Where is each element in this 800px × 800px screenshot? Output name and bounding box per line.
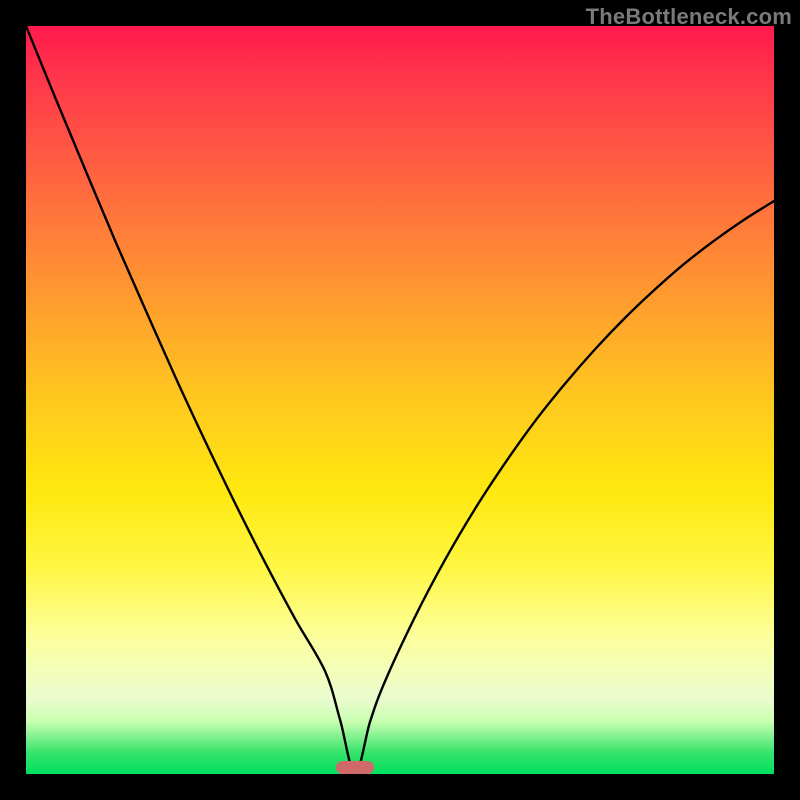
- watermark: TheBottleneck.com: [586, 4, 792, 30]
- bottleneck-curve: [26, 26, 774, 774]
- plot-area: [26, 26, 774, 774]
- optimum-marker: [336, 761, 374, 774]
- chart-frame: TheBottleneck.com: [0, 0, 800, 800]
